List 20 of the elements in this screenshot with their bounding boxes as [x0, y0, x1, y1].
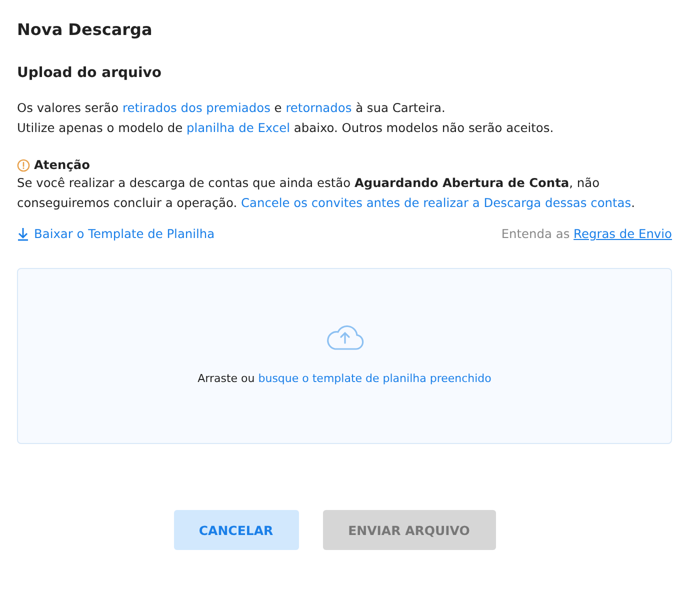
download-icon — [17, 227, 29, 241]
warning-text: Se você realizar a descarga de contas que ainda estão Aguardando Abertura de Conta, não conseguiremos concluir a operação. Cancele os convites antes de realizar a Descarga dessas contas. — [17, 175, 636, 212]
rules-link[interactable]: Regras de Envio — [574, 227, 672, 241]
info-text: Utilize apenas o modelo de planilha de Excel abaixo. Outros modelos não serão aceitos. — [17, 120, 555, 137]
text-link[interactable]: Cancele os convites antes de realizar a Descarga dessas contas — [241, 196, 632, 210]
warning-icon — [17, 158, 30, 172]
download-link[interactable]: Baixar o Template de Planilha — [17, 227, 215, 241]
upload-dropzone[interactable]: Arraste ou busque o template de planilha preenchido — [17, 268, 672, 444]
text-link[interactable]: retornados — [286, 101, 352, 115]
text-link[interactable]: planilha de Excel — [186, 121, 290, 135]
warning-title: Atenção — [34, 158, 90, 172]
text-link[interactable]: retirados dos premiados — [122, 101, 270, 115]
browse-link[interactable]: busque o template de planilha preenchido — [258, 372, 492, 385]
cloud-upload-icon — [324, 323, 364, 351]
info-text: Os valores serão retirados dos premiados e retornados à sua Carteira. — [17, 100, 446, 117]
dropzone-label: Arraste ou — [198, 372, 255, 385]
section-title: Upload do arquivo — [17, 65, 163, 81]
rules-label: Entenda as — [501, 227, 570, 241]
cancel-button[interactable]: CANCELAR — [174, 510, 298, 550]
dialog-title: Nova Descarga — [17, 20, 154, 39]
